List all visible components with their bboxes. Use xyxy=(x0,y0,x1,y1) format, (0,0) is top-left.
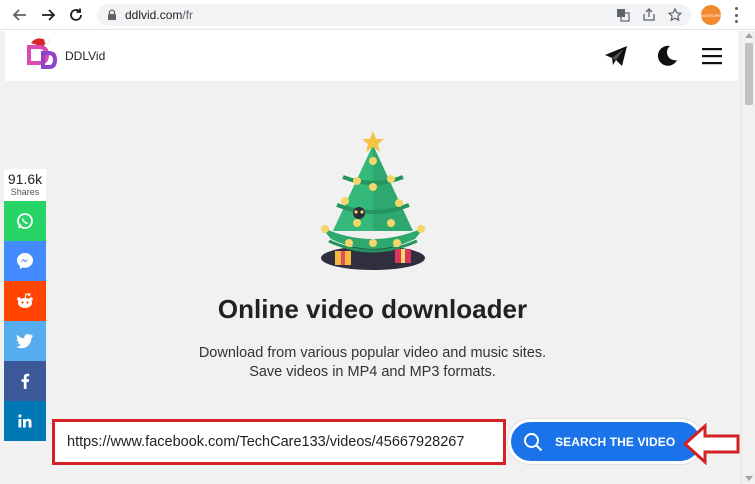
page-scrollbar[interactable] xyxy=(741,31,755,484)
site-header: DDLVid xyxy=(5,31,738,81)
reddit-icon xyxy=(17,293,33,308)
hero-subtitle-line1: Download from various popular video and … xyxy=(198,345,547,361)
ddlvid-logo-icon[interactable] xyxy=(21,35,61,75)
reload-icon[interactable] xyxy=(66,5,86,25)
page-viewport: DDLVid Online video downloader Download … xyxy=(0,31,755,484)
lock-icon[interactable] xyxy=(105,8,119,22)
facebook-icon xyxy=(21,373,30,389)
linkedin-icon xyxy=(18,414,32,428)
share-whatsapp-button[interactable] xyxy=(4,201,46,241)
whatsapp-icon xyxy=(17,213,33,229)
search-video-button[interactable]: SEARCH THE VIDEO xyxy=(508,419,703,464)
scroll-thumb[interactable] xyxy=(745,43,753,105)
share-reddit-button[interactable] xyxy=(4,281,46,321)
share-counter: 91.6k Shares xyxy=(4,169,46,201)
back-icon[interactable] xyxy=(10,5,30,25)
christmas-tree-illustration xyxy=(321,131,425,270)
annotation-arrow-icon xyxy=(683,423,740,465)
browser-toolbar: ddlvid.com/fr ADVISORS xyxy=(0,0,755,30)
share-count: 91.6k xyxy=(7,171,43,187)
search-form: https://www.facebook.com/TechCare133/vid… xyxy=(46,416,706,468)
search-icon xyxy=(524,432,543,451)
hero-title: Online video downloader xyxy=(217,294,528,324)
profile-avatar[interactable]: ADVISORS xyxy=(701,5,721,25)
messenger-icon xyxy=(17,253,33,269)
browser-menu-icon[interactable] xyxy=(733,7,739,23)
share-page-icon[interactable] xyxy=(641,7,657,23)
share-linkedin-button[interactable] xyxy=(4,401,46,441)
share-facebook-button[interactable] xyxy=(4,361,46,401)
hero-subtitle-line2: Save videos in MP4 and MP3 formats. xyxy=(249,364,496,380)
telegram-icon[interactable] xyxy=(604,44,628,68)
translate-icon[interactable] xyxy=(615,7,631,23)
search-button-label: SEARCH THE VIDEO xyxy=(555,434,676,449)
brand-name[interactable]: DDLVid xyxy=(65,49,105,63)
share-messenger-button[interactable] xyxy=(4,241,46,281)
share-label: Shares xyxy=(10,187,40,197)
address-text: ddlvid.com/fr xyxy=(125,8,194,22)
bookmark-star-icon[interactable] xyxy=(667,7,683,23)
hamburger-menu-icon[interactable] xyxy=(700,44,724,68)
scroll-up-arrow-icon[interactable] xyxy=(745,33,753,38)
twitter-icon xyxy=(16,334,33,349)
forward-icon[interactable] xyxy=(38,5,58,25)
share-twitter-button[interactable] xyxy=(4,321,46,361)
video-url-input[interactable]: https://www.facebook.com/TechCare133/vid… xyxy=(52,419,506,465)
scroll-down-arrow-icon[interactable] xyxy=(745,476,753,481)
address-bar[interactable]: ddlvid.com/fr xyxy=(97,4,691,26)
dark-mode-moon-icon[interactable] xyxy=(655,44,679,68)
